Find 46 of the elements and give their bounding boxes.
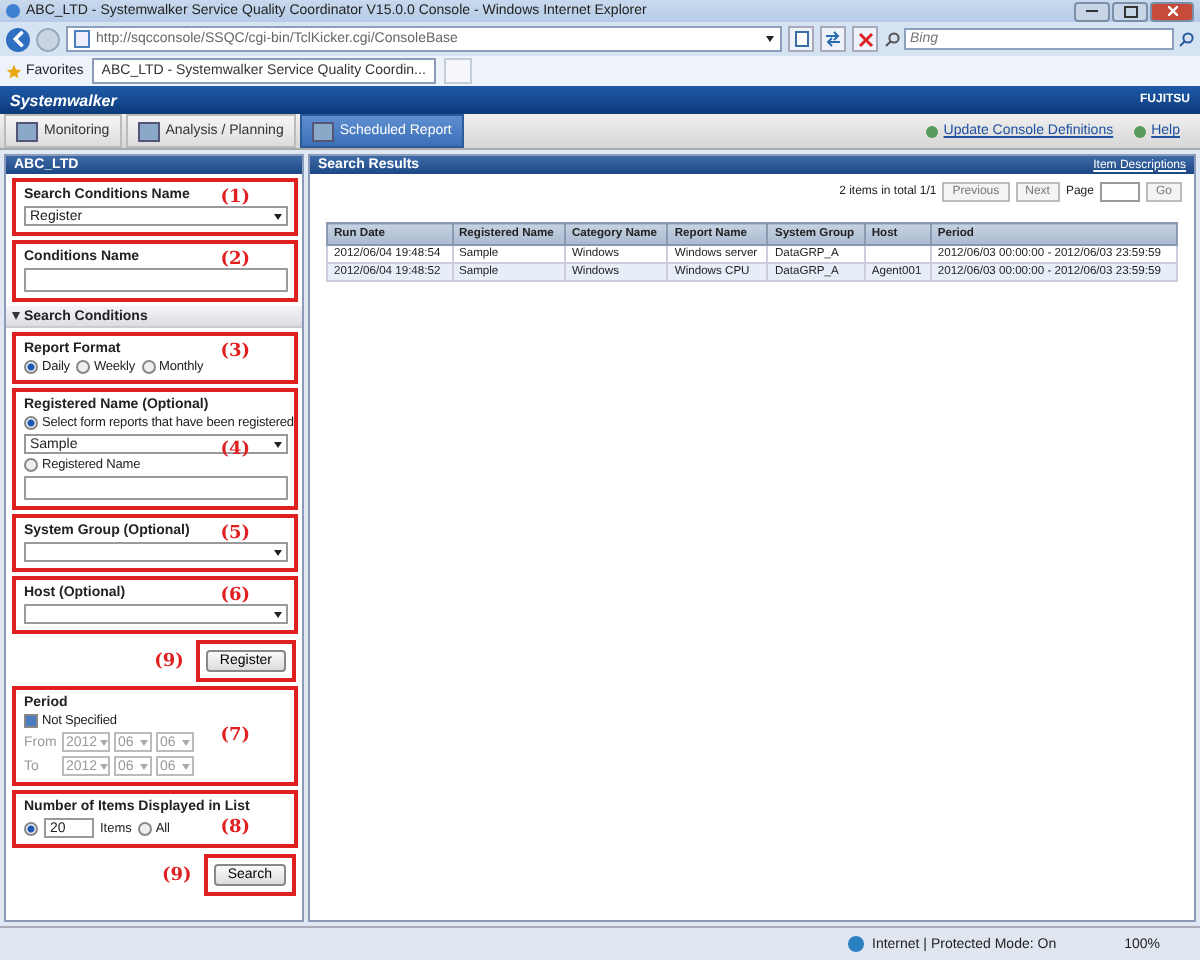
maximize-button[interactable] <box>1112 1 1148 21</box>
callout-number: (5) <box>220 524 250 544</box>
callout-number: (3) <box>220 342 250 362</box>
callout-number: (8) <box>220 818 250 838</box>
stop-icon[interactable] <box>852 26 878 52</box>
caret-icon <box>766 36 774 42</box>
caret-icon <box>99 763 108 769</box>
tab-icon <box>311 121 334 141</box>
input-field[interactable] <box>24 268 288 292</box>
caret-icon <box>182 739 190 745</box>
select-field[interactable] <box>24 604 288 624</box>
caret-icon <box>140 739 148 745</box>
tab-icon <box>137 121 160 141</box>
caret-icon <box>140 763 148 769</box>
tab-icon <box>16 121 38 141</box>
compatibility-icon[interactable] <box>788 26 814 52</box>
triangle-icon <box>12 312 20 320</box>
caret-icon <box>182 763 190 769</box>
link-icon <box>1133 125 1146 137</box>
minimize-button[interactable] <box>1074 1 1110 21</box>
caret-icon <box>274 441 282 447</box>
callout-number: (1) <box>220 188 250 208</box>
callout-number: (4) <box>220 439 250 459</box>
select-field[interactable] <box>24 542 288 562</box>
page-field[interactable] <box>1099 182 1140 202</box>
radio-button[interactable] <box>24 821 38 835</box>
caret-icon <box>274 549 282 555</box>
close-button[interactable] <box>1150 1 1194 21</box>
close-icon <box>1167 6 1177 16</box>
caret-icon <box>274 611 282 617</box>
callout-number: (9) <box>162 865 192 885</box>
input-field[interactable] <box>24 476 288 500</box>
refresh-icon[interactable] <box>820 26 846 52</box>
callout-number: (7) <box>220 726 250 746</box>
search-icon <box>884 31 900 47</box>
logo-text: Systemwalker <box>10 91 117 109</box>
caret-icon <box>99 739 108 745</box>
callout-number: (6) <box>220 586 250 606</box>
callout-number: (2) <box>220 250 250 270</box>
star-icon <box>6 63 22 79</box>
search-icon[interactable] <box>1178 31 1194 47</box>
back-button[interactable] <box>6 27 30 51</box>
caret-icon <box>274 213 282 219</box>
callout-number: (9) <box>154 651 184 671</box>
page-icon <box>74 30 90 48</box>
link-icon <box>925 125 938 137</box>
